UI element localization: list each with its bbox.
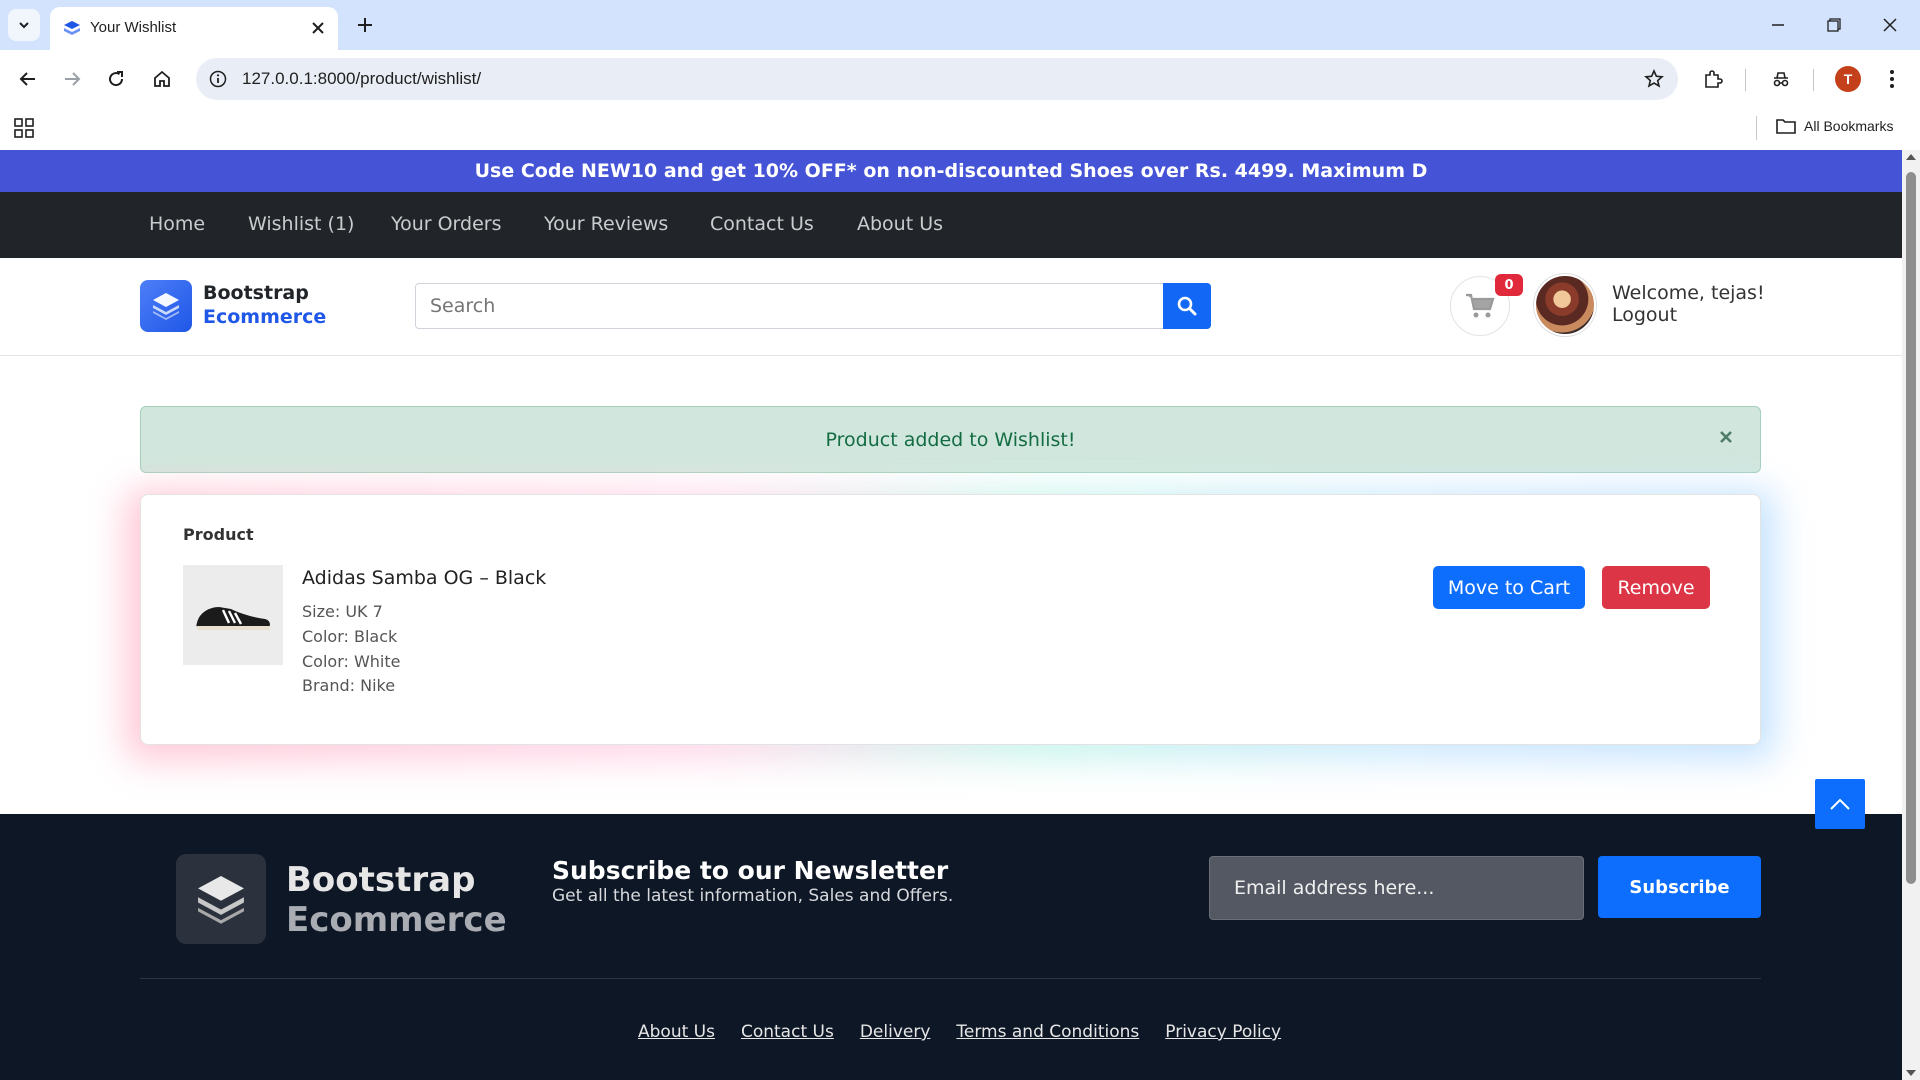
all-bookmarks-label: All Bookmarks — [1804, 118, 1894, 134]
url-text: 127.0.0.1:8000/product/wishlist/ — [242, 69, 482, 88]
newsletter-title: Subscribe to our Newsletter — [552, 856, 949, 885]
footer-logo-line2[interactable]: Ecommerce — [286, 900, 507, 940]
footer-links: About Us Contact Us Delivery Terms and C… — [638, 1022, 1281, 1042]
site-footer: Bootstrap Ecommerce Subscribe to our New… — [0, 814, 1902, 1080]
nav-wishlist[interactable]: Wishlist (1) — [248, 213, 354, 235]
search-icon — [1177, 296, 1197, 316]
footer-link-delivery[interactable]: Delivery — [860, 1022, 931, 1042]
toolbar-divider — [1745, 69, 1746, 91]
forward-icon[interactable] — [56, 63, 88, 95]
home-icon[interactable] — [146, 63, 178, 95]
browser-toolbar: 127.0.0.1:8000/product/wishlist/ T — [0, 50, 1920, 108]
footer-link-terms[interactable]: Terms and Conditions — [956, 1022, 1139, 1042]
wishlist-card: Product Adidas Samba OG – Black Size: UK… — [140, 494, 1761, 745]
tab-close-icon[interactable] — [308, 18, 328, 38]
page-viewport: Use Code NEW10 and get 10% OFF* on non-d… — [0, 150, 1902, 1080]
bookmarks-divider — [1756, 116, 1757, 140]
search-button[interactable] — [1163, 283, 1211, 329]
footer-logo-icon[interactable] — [176, 854, 266, 944]
page-scrollbar[interactable] — [1902, 150, 1920, 1080]
footer-link-about-us[interactable]: About Us — [638, 1022, 715, 1042]
product-brand: Brand: Nike — [302, 676, 396, 695]
minimize-icon[interactable] — [1758, 10, 1798, 40]
new-tab-icon[interactable] — [352, 12, 378, 38]
folder-icon — [1776, 119, 1796, 134]
product-name[interactable]: Adidas Samba OG – Black — [302, 567, 546, 589]
back-icon[interactable] — [12, 63, 44, 95]
success-alert: Product added to Wishlist! — [140, 406, 1761, 473]
shoe-image-icon — [196, 607, 270, 630]
incognito-icon[interactable] — [1765, 63, 1797, 95]
logo-icon[interactable] — [140, 280, 192, 332]
chevron-up-icon — [1830, 798, 1850, 810]
product-column-header: Product — [183, 525, 254, 544]
footer-divider — [140, 978, 1761, 979]
product-color: Color: Black — [302, 627, 398, 646]
footer-link-privacy[interactable]: Privacy Policy — [1165, 1022, 1281, 1042]
cart-icon — [1466, 293, 1495, 318]
nav-your-orders[interactable]: Your Orders — [391, 213, 502, 235]
product-color: Color: White — [302, 652, 401, 671]
move-to-cart-button[interactable]: Move to Cart — [1433, 566, 1585, 609]
all-bookmarks-button[interactable]: All Bookmarks — [1776, 118, 1893, 134]
nav-about-us[interactable]: About Us — [857, 213, 943, 235]
product-thumbnail[interactable] — [183, 565, 283, 665]
profile-avatar[interactable]: T — [1835, 66, 1861, 92]
address-bar[interactable]: 127.0.0.1:8000/product/wishlist/ — [196, 58, 1678, 100]
chevron-down-icon — [19, 22, 29, 29]
site-header: Bootstrap Ecommerce 0 Welcome, tejas! Lo… — [0, 258, 1902, 356]
active-tab[interactable]: Your Wishlist — [50, 7, 338, 50]
footer-logo-line1[interactable]: Bootstrap — [286, 860, 475, 900]
restore-icon[interactable] — [1814, 10, 1854, 40]
scroll-up-arrow-icon[interactable] — [1906, 154, 1916, 160]
extensions-icon[interactable] — [1697, 63, 1729, 95]
scroll-down-arrow-icon[interactable] — [1906, 1070, 1916, 1076]
logo-text-line2[interactable]: Ecommerce — [203, 306, 326, 328]
browser-tab-strip: Your Wishlist — [0, 0, 1920, 50]
bookmarks-bar: All Bookmarks — [0, 108, 1920, 150]
cart-count-badge: 0 — [1495, 274, 1523, 296]
search-input[interactable] — [415, 283, 1164, 329]
promo-banner: Use Code NEW10 and get 10% OFF* on non-d… — [0, 150, 1902, 192]
back-to-top-button[interactable] — [1815, 779, 1865, 829]
tab-title: Your Wishlist — [90, 19, 177, 36]
product-size: Size: UK 7 — [302, 602, 383, 621]
newsletter-subtitle: Get all the latest information, Sales an… — [552, 886, 954, 906]
user-avatar[interactable] — [1534, 274, 1596, 336]
footer-link-contact-us[interactable]: Contact Us — [741, 1022, 834, 1042]
nav-contact-us[interactable]: Contact Us — [710, 213, 814, 235]
bookmark-star-icon[interactable] — [1642, 67, 1666, 91]
site-favicon-icon — [64, 21, 80, 35]
subscribe-button[interactable]: Subscribe — [1598, 856, 1761, 918]
apps-grid-icon[interactable] — [12, 116, 36, 140]
newsletter-email-input[interactable] — [1209, 856, 1584, 920]
nav-your-reviews[interactable]: Your Reviews — [544, 213, 668, 235]
tab-search-button[interactable] — [8, 9, 40, 41]
nav-home[interactable]: Home — [149, 213, 205, 235]
welcome-text: Welcome, tejas! — [1612, 282, 1765, 304]
logout-link[interactable]: Logout — [1612, 304, 1677, 326]
reload-icon[interactable] — [100, 63, 132, 95]
toolbar-divider — [1813, 69, 1814, 91]
remove-button[interactable]: Remove — [1602, 566, 1710, 609]
alert-message: Product added to Wishlist! — [825, 428, 1076, 451]
alert-close-icon[interactable] — [1716, 427, 1736, 447]
more-menu-icon[interactable] — [1876, 63, 1908, 95]
site-info-icon[interactable] — [206, 67, 230, 91]
logo-text-line1[interactable]: Bootstrap — [203, 282, 309, 304]
close-window-icon[interactable] — [1870, 10, 1910, 40]
main-navbar: Home Wishlist (1) Your Orders Your Revie… — [0, 192, 1902, 258]
scrollbar-thumb[interactable] — [1906, 172, 1916, 884]
